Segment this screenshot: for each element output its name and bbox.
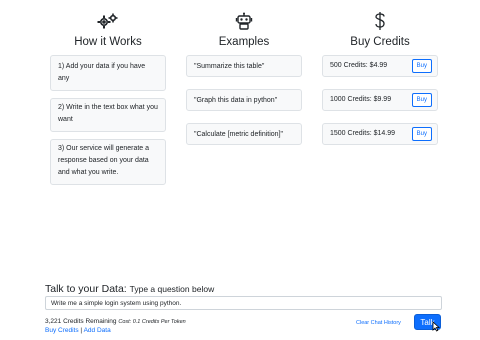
prompt-input[interactable]: Write me a simple login system using pyt…: [45, 296, 442, 310]
buy-credits-link[interactable]: Buy Credits: [45, 327, 79, 334]
token-cost: Cost: 0.1 Credits Per Token: [118, 319, 186, 325]
examples-column: Examples "Summarize this table" "Graph t…: [186, 10, 302, 145]
link-separator: |: [80, 327, 83, 334]
how-it-works-title: How it Works: [74, 36, 142, 48]
gears-icon: [50, 10, 166, 32]
examples-title: Examples: [218, 36, 270, 48]
talk-heading: Talk to your Data:: [45, 283, 127, 295]
credit-package-label: 1500 Credits: $14.99: [330, 130, 395, 137]
step-card-1: 1) Add your data if you have any: [50, 55, 166, 91]
robot-icon: [186, 10, 302, 32]
dollar-icon: [322, 10, 438, 32]
credits-status: 3,221 Credits Remaining Cost: 0.1 Credit…: [45, 318, 186, 325]
buy-1000-button[interactable]: Buy: [411, 93, 432, 107]
talk-label: Talk to your Data: Type a question below: [45, 283, 214, 295]
add-data-link[interactable]: Add Data: [84, 327, 111, 334]
credit-package-1000: 1000 Credits: $9.99 Buy: [322, 89, 438, 111]
example-card-2[interactable]: "Graph this data in python": [186, 89, 302, 111]
clear-chat-history-link[interactable]: Clear Chat History: [356, 320, 401, 326]
buy-credits-column: Buy Credits 500 Credits: $4.99 Buy 1000 …: [322, 10, 438, 145]
mouse-pointer-icon: [432, 319, 441, 337]
example-card-3[interactable]: "Calculate [metric definition]": [186, 123, 302, 145]
how-it-works-column: How it Works 1) Add your data if you hav…: [50, 10, 166, 185]
credit-package-500: 500 Credits: $4.99 Buy: [322, 55, 438, 77]
buy-1500-button[interactable]: Buy: [411, 127, 432, 141]
credit-package-label: 1000 Credits: $9.99: [330, 96, 392, 103]
step-card-2: 2) Write in the text box what you want: [50, 98, 166, 132]
buy-credits-title: Buy Credits: [350, 36, 410, 48]
account-links: Buy Credits | Add Data: [45, 327, 111, 334]
credit-package-label: 500 Credits: $4.99: [330, 62, 388, 69]
credit-package-1500: 1500 Credits: $14.99 Buy: [322, 123, 438, 145]
step-card-3: 3) Our service will generate a response …: [50, 139, 166, 185]
talk-hint: Type a question below: [129, 284, 215, 294]
credits-remaining: 3,221 Credits Remaining: [45, 318, 117, 325]
buy-500-button[interactable]: Buy: [411, 59, 432, 73]
example-card-1[interactable]: "Summarize this table": [186, 55, 302, 77]
